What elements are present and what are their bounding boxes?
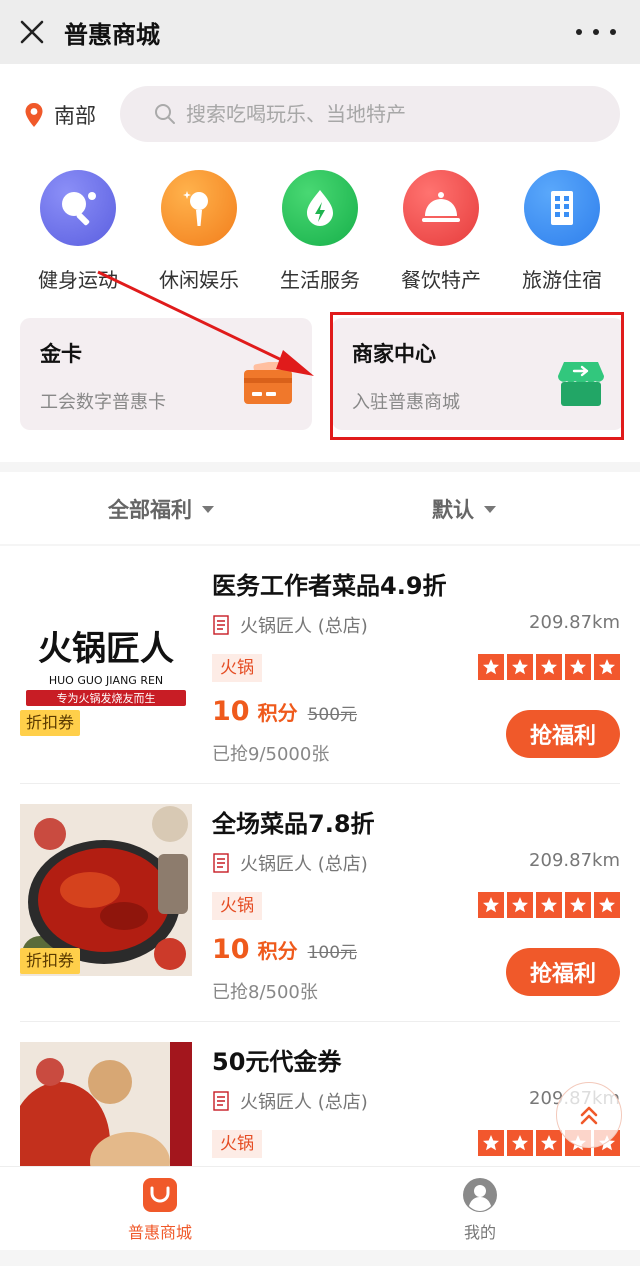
grab-benefit-button[interactable]: 抢福利	[506, 948, 620, 996]
logo-slogan-text: 专为火锅发烧友而生	[57, 691, 156, 705]
star-icon	[478, 1130, 504, 1156]
star-icon	[507, 892, 533, 918]
benefit-list: 火锅匠人 HUO GUO JIANG REN 专为火锅发烧友而生 折扣券 医务工…	[0, 546, 640, 1166]
filter-all-benefits[interactable]: 全部福利	[108, 494, 214, 524]
rating-stars	[475, 892, 620, 918]
sold-count: 已抢8/500张	[212, 982, 318, 1003]
user-icon	[463, 1178, 497, 1212]
points-value: 10	[212, 696, 250, 727]
window-title: 普惠商城	[64, 20, 160, 49]
shop-name: 火锅匠人 (总店)	[240, 1092, 368, 1113]
star-icon	[536, 654, 562, 680]
original-price: 100元	[307, 943, 358, 963]
dropdown-arrow-icon	[202, 505, 214, 513]
list-item[interactable]: 折扣券 全场菜品7.8折 火锅匠人 (总店) 209.87km 火锅 10 积分…	[20, 784, 620, 1022]
filter-all-label: 全部福利	[108, 498, 192, 522]
rating-stars	[475, 654, 620, 680]
tab-mine-label: 我的	[463, 1223, 496, 1242]
bottom-strip	[0, 1250, 640, 1266]
shop-mini-logo-icon	[213, 853, 229, 873]
shop-mini-logo-icon	[213, 615, 229, 635]
filter-bar: 全部福利 默认	[0, 472, 640, 544]
star-icon	[565, 892, 591, 918]
star-icon	[478, 892, 504, 918]
sold-count: 已抢9/5000张	[212, 744, 330, 765]
tab-mine[interactable]: 我的	[420, 1177, 540, 1243]
shop-mini-logo-icon	[213, 1091, 229, 1111]
points-unit: 积分	[257, 701, 298, 725]
star-icon	[594, 654, 620, 680]
item-title: 全场菜品7.8折	[212, 810, 375, 838]
close-icon[interactable]	[0, 0, 64, 64]
distance-label: 209.87km	[529, 850, 620, 871]
discount-badge: 折扣券	[20, 710, 81, 736]
shop-name: 火锅匠人 (总店)	[240, 854, 368, 875]
star-icon	[507, 654, 533, 680]
dropdown-arrow-icon	[484, 505, 496, 513]
shop-name-row[interactable]: 火锅匠人 (总店)	[212, 850, 368, 876]
mall-bag-icon	[143, 1178, 177, 1212]
points-value: 10	[212, 934, 250, 965]
tab-mall[interactable]: 普惠商城	[100, 1177, 220, 1243]
original-price: 500元	[307, 705, 358, 725]
top-section: 南部 健身运动 休闲娱乐 生活服务 餐饮特产	[0, 64, 640, 462]
hotpot-photo	[20, 1042, 192, 1166]
item-title: 医务工作者菜品4.9折	[212, 572, 447, 600]
discount-badge: 折扣券	[20, 948, 81, 974]
category-tag: 火锅	[212, 892, 262, 920]
distance-label: 209.87km	[529, 612, 620, 633]
double-chevron-up-icon	[580, 1106, 598, 1125]
star-icon	[507, 1130, 533, 1156]
filter-sort-label: 默认	[432, 498, 474, 522]
list-item[interactable]: 火锅匠人 HUO GUO JIANG REN 专为火锅发烧友而生 折扣券 医务工…	[20, 546, 620, 784]
star-icon	[536, 1130, 562, 1156]
logo-pinyin-text: HUO GUO JIANG REN	[49, 674, 163, 687]
filter-sort[interactable]: 默认	[432, 494, 496, 524]
annotation-arrow	[97, 270, 314, 376]
star-icon	[478, 654, 504, 680]
star-icon	[565, 654, 591, 680]
shop-name-row[interactable]: 火锅匠人 (总店)	[212, 1088, 368, 1114]
star-icon	[536, 892, 562, 918]
category-tag: 火锅	[212, 1130, 262, 1158]
bottom-tab-bar: 普惠商城 我的	[0, 1166, 640, 1250]
category-tag: 火锅	[212, 654, 262, 682]
item-title: 50元代金券	[212, 1048, 342, 1076]
tab-mall-label: 普惠商城	[127, 1223, 192, 1242]
logo-big-text: 火锅匠人	[38, 629, 174, 669]
shop-name-row[interactable]: 火锅匠人 (总店)	[212, 612, 368, 638]
list-item[interactable]: 50元代金券 火锅匠人 (总店) 209.87km 火锅	[20, 1022, 620, 1166]
shop-name: 火锅匠人 (总店)	[240, 616, 368, 637]
more-dots-icon[interactable]	[576, 18, 616, 46]
points-price: 10 积分 500元	[212, 696, 357, 727]
grab-benefit-button[interactable]: 抢福利	[506, 710, 620, 758]
points-unit: 积分	[257, 939, 298, 963]
star-icon	[594, 892, 620, 918]
title-bar: 普惠商城	[0, 0, 640, 64]
scroll-to-top-button[interactable]	[556, 1082, 622, 1148]
points-price: 10 积分 100元	[212, 934, 357, 965]
